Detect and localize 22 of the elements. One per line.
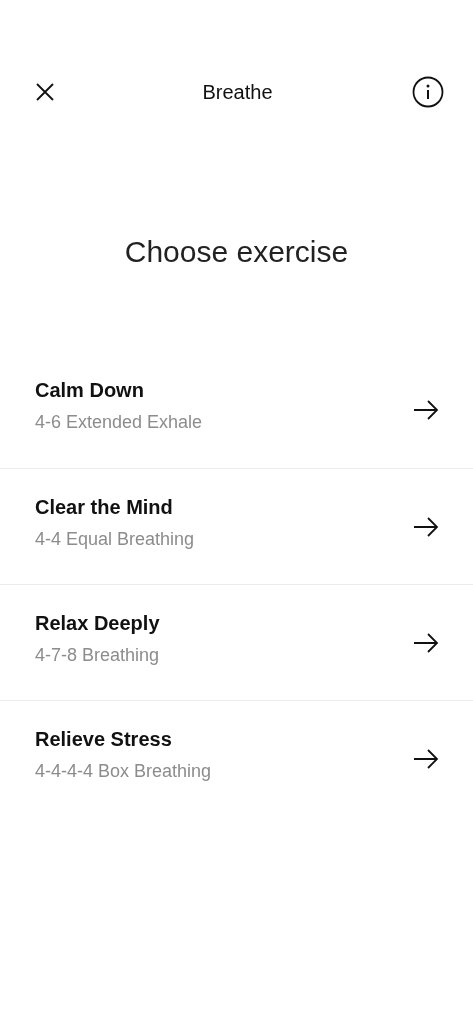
exercise-subtitle: 4-4 Equal Breathing [35,528,195,550]
exercise-subtitle: 4-6 Extended Exhale [35,412,203,433]
page-heading: Choose exercise [123,234,350,270]
exercise-subtitle: 4-7-8 Breathing [35,644,160,666]
arrow-right-icon [413,400,439,420]
exercise-subtitle: 4-4-4-4 Box Breathing [35,760,212,782]
exercise-title: Relieve Stress [35,727,173,751]
exercise-item[interactable]: Clear the Mind 4-4 Equal Breathing [0,468,473,584]
exercise-item[interactable]: Calm Down 4-6 Extended Exhale [0,352,473,468]
arrow-right-icon [413,516,439,537]
exercise-item[interactable]: Relieve Stress 4-4-4-4 Box Breathing [0,700,473,816]
arrow-right-icon [413,632,439,653]
close-icon [35,82,55,102]
exercise-title: Relax Deeply [35,611,160,635]
header-title: Breathe [202,80,273,104]
info-icon [412,76,444,108]
arrow-right-icon [413,748,439,769]
exercise-title: Clear the Mind [35,495,174,519]
exercise-item[interactable]: Relax Deeply 4-7-8 Breathing [0,584,473,700]
info-button[interactable] [412,76,444,108]
close-button[interactable] [35,82,55,102]
exercise-title: Calm Down [35,379,145,402]
